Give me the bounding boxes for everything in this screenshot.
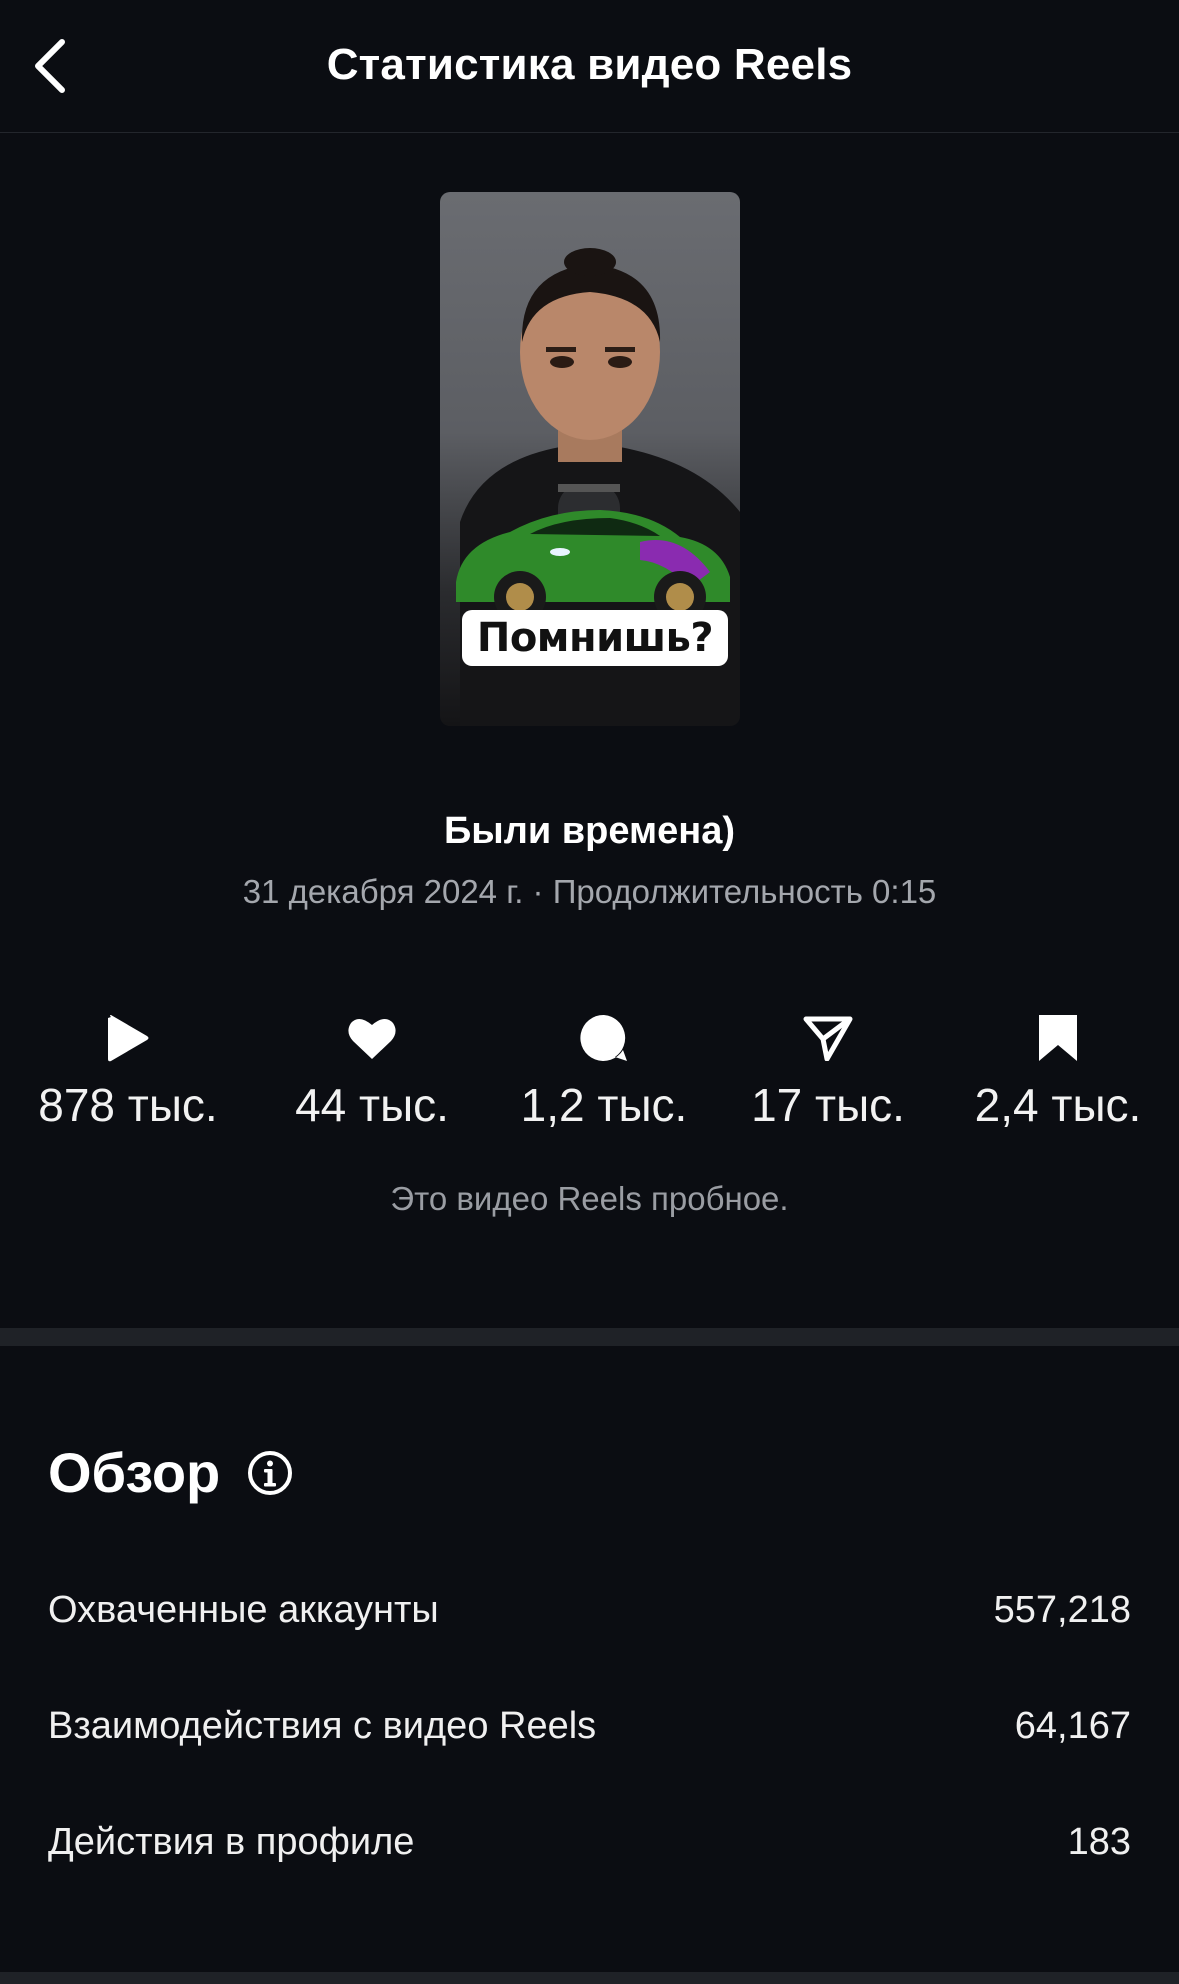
- overview-row-profile-activity[interactable]: Действия в профиле 183: [48, 1812, 1131, 1872]
- stat-value: 2,4 тыс.: [974, 1079, 1142, 1131]
- section-divider: [0, 1972, 1179, 1984]
- stat-likes[interactable]: 44 тыс.: [262, 1012, 482, 1132]
- overview-row-label: Действия в профиле: [48, 1820, 415, 1863]
- info-icon[interactable]: [246, 1449, 294, 1497]
- overview-row-reach[interactable]: Охваченные аккаунты 557,218: [48, 1580, 1131, 1640]
- engagement-stats: 878 тыс. 44 тыс. 1,2 тыс. 17 тыс. 2,4 ты…: [0, 1012, 1179, 1132]
- reel-title: Были времена): [443, 810, 735, 852]
- stat-value: 1,2 тыс.: [520, 1079, 688, 1131]
- reel-meta: 31 декабря 2024 г. · Продолжительность 0…: [242, 873, 937, 910]
- section-divider: [0, 1328, 1179, 1346]
- overview-row-label: Взаимодействия с видео Reels: [48, 1704, 597, 1747]
- stat-value: 878 тыс.: [38, 1079, 218, 1131]
- reels-insights-screen: Статистика видео Reels Помнишь? Были вре…: [0, 0, 1179, 1984]
- back-button[interactable]: [22, 30, 78, 102]
- heart-icon: [346, 1012, 398, 1064]
- share-icon: [802, 1012, 854, 1064]
- top-bar: Статистика видео Reels: [0, 0, 1179, 133]
- page-title: Статистика видео Reels: [326, 40, 853, 89]
- play-icon: [102, 1012, 154, 1064]
- comment-icon: [578, 1012, 630, 1064]
- bookmark-icon: [1032, 1012, 1084, 1064]
- overview-row-value: 64,167: [1014, 1704, 1131, 1747]
- stat-value: 17 тыс.: [751, 1079, 905, 1131]
- overview-row-value: 557,218: [993, 1588, 1131, 1631]
- stat-value: 44 тыс.: [295, 1079, 449, 1131]
- stat-comments[interactable]: 1,2 тыс.: [494, 1012, 714, 1132]
- trial-note: Это видео Reels пробное.: [390, 1180, 789, 1217]
- overview-section-title: Обзор: [48, 1440, 294, 1505]
- stat-saves[interactable]: 2,4 тыс.: [948, 1012, 1168, 1132]
- reel-thumbnail[interactable]: Помнишь?: [440, 192, 740, 726]
- overview-row-value: 183: [1067, 1820, 1131, 1863]
- overview-row-interactions[interactable]: Взаимодействия с видео Reels 64,167: [48, 1696, 1131, 1756]
- overview-row-label: Охваченные аккаунты: [48, 1588, 439, 1631]
- chevron-left-icon: [35, 39, 65, 93]
- stat-plays[interactable]: 878 тыс.: [18, 1012, 238, 1132]
- stat-shares[interactable]: 17 тыс.: [718, 1012, 938, 1132]
- thumbnail-caption: Помнишь?: [462, 610, 728, 666]
- overview-title: Обзор: [48, 1441, 221, 1504]
